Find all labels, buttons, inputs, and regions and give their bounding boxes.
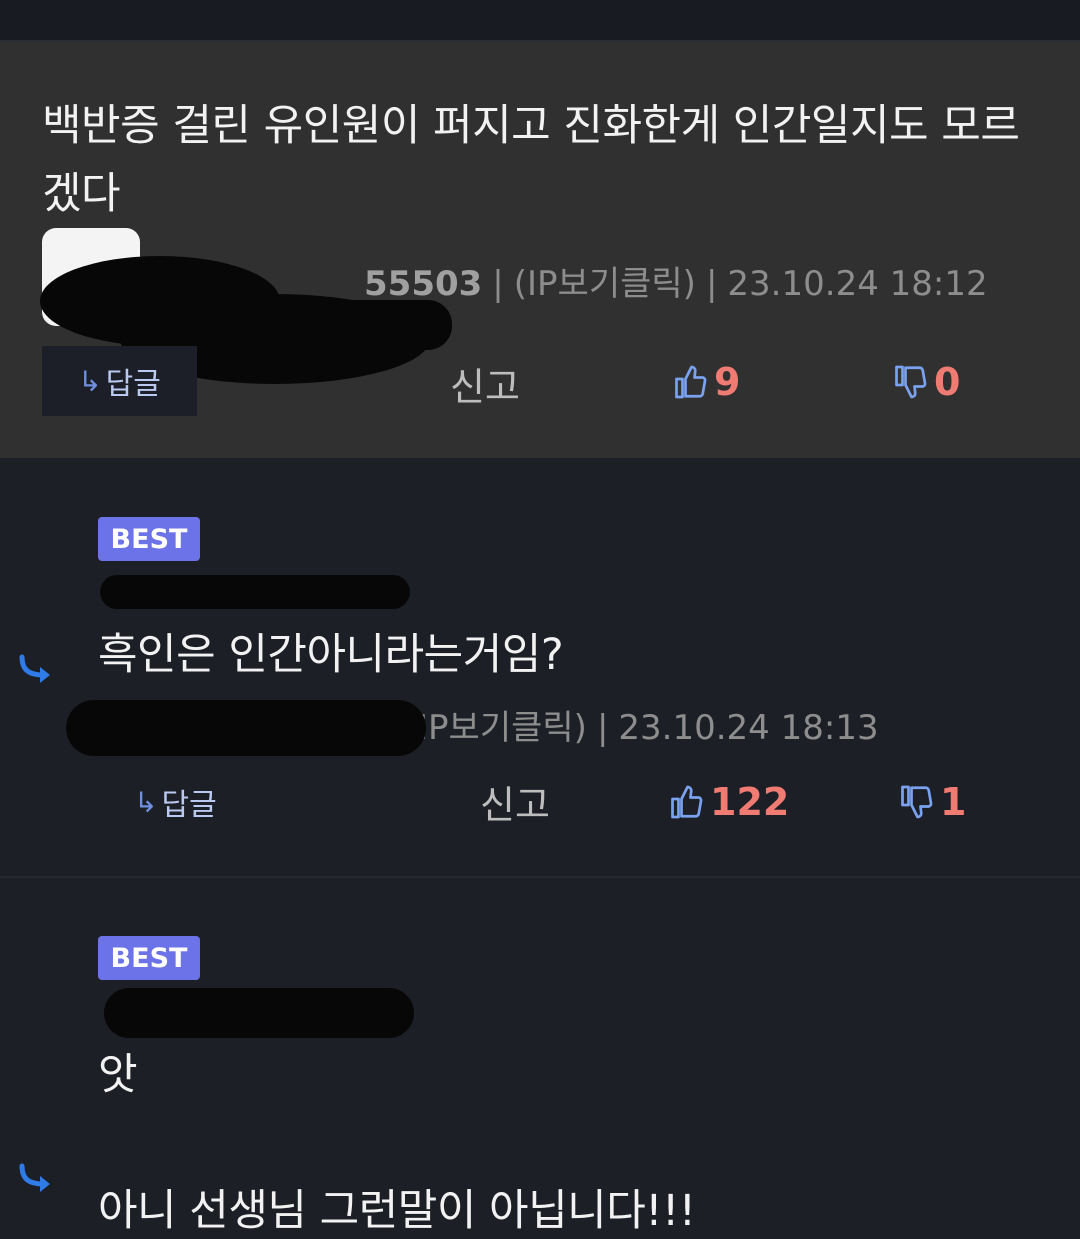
reply-arrow-icon: ↳ [78, 364, 102, 398]
top-strip [0, 0, 1080, 40]
author-name[interactable]: 55503 [364, 264, 482, 304]
reply-label: 답글 [161, 788, 217, 823]
comment-divider [0, 876, 1080, 878]
post-text: 백반증 걸린 유인원이 퍼지고 진화한게 인간일지도 모르겠다 [42, 101, 1020, 219]
ip-view-link[interactable]: (IP보기클릭) [405, 708, 587, 748]
dislike-count: 1 [940, 780, 967, 824]
like-button[interactable]: 9 [672, 360, 740, 404]
reply-arrow-icon: ↳ [134, 785, 158, 819]
redaction-mark [100, 575, 410, 609]
like-count: 122 [710, 780, 790, 824]
thumbs-up-icon [671, 785, 703, 819]
reply-arrow-icon [19, 654, 50, 683]
comment-text: 흑인은 인간아니라는거임? [98, 630, 564, 680]
comment-text-line2: 아니 선생님 그런말이 아닙니다!!! [98, 1186, 696, 1236]
best-badge: BEST [98, 936, 200, 980]
dislike-button[interactable]: 1 [898, 780, 966, 824]
ip-view-link[interactable]: (IP보기클릭) [514, 264, 696, 304]
post-timestamp: 23.10.24 18:12 [727, 264, 988, 304]
dislike-button[interactable]: 0 [892, 360, 960, 404]
best-badge: BEST [98, 517, 200, 561]
report-button[interactable]: 신고 [450, 356, 520, 411]
comment-text-line1: 앗 [98, 1050, 138, 1100]
like-button[interactable]: 122 [668, 780, 789, 824]
report-button[interactable]: 신고 [480, 774, 550, 829]
post-meta: 55503 | (IP보기클릭) | 23.10.24 18:12 [364, 264, 988, 304]
redaction-mark [190, 300, 452, 350]
reply-button[interactable]: ↳ 답글 [134, 780, 217, 824]
post-card: 백반증 걸린 유인원이 퍼지고 진화한게 인간일지도 모르겠다 55503 | (I… [0, 42, 1080, 458]
thumbs-down-icon [901, 785, 933, 819]
thumbs-up-icon [675, 365, 707, 399]
reply-button[interactable]: ↳ 답글 [42, 346, 197, 416]
reply-label: 답글 [105, 367, 161, 402]
reply-arrow-icon [19, 1163, 50, 1192]
thumbs-down-icon [895, 365, 927, 399]
redaction-mark [104, 988, 414, 1038]
redaction-mark [66, 700, 426, 756]
dislike-count: 0 [934, 360, 961, 404]
like-count: 9 [714, 360, 741, 404]
comment-timestamp: 23.10.24 18:13 [618, 708, 879, 748]
